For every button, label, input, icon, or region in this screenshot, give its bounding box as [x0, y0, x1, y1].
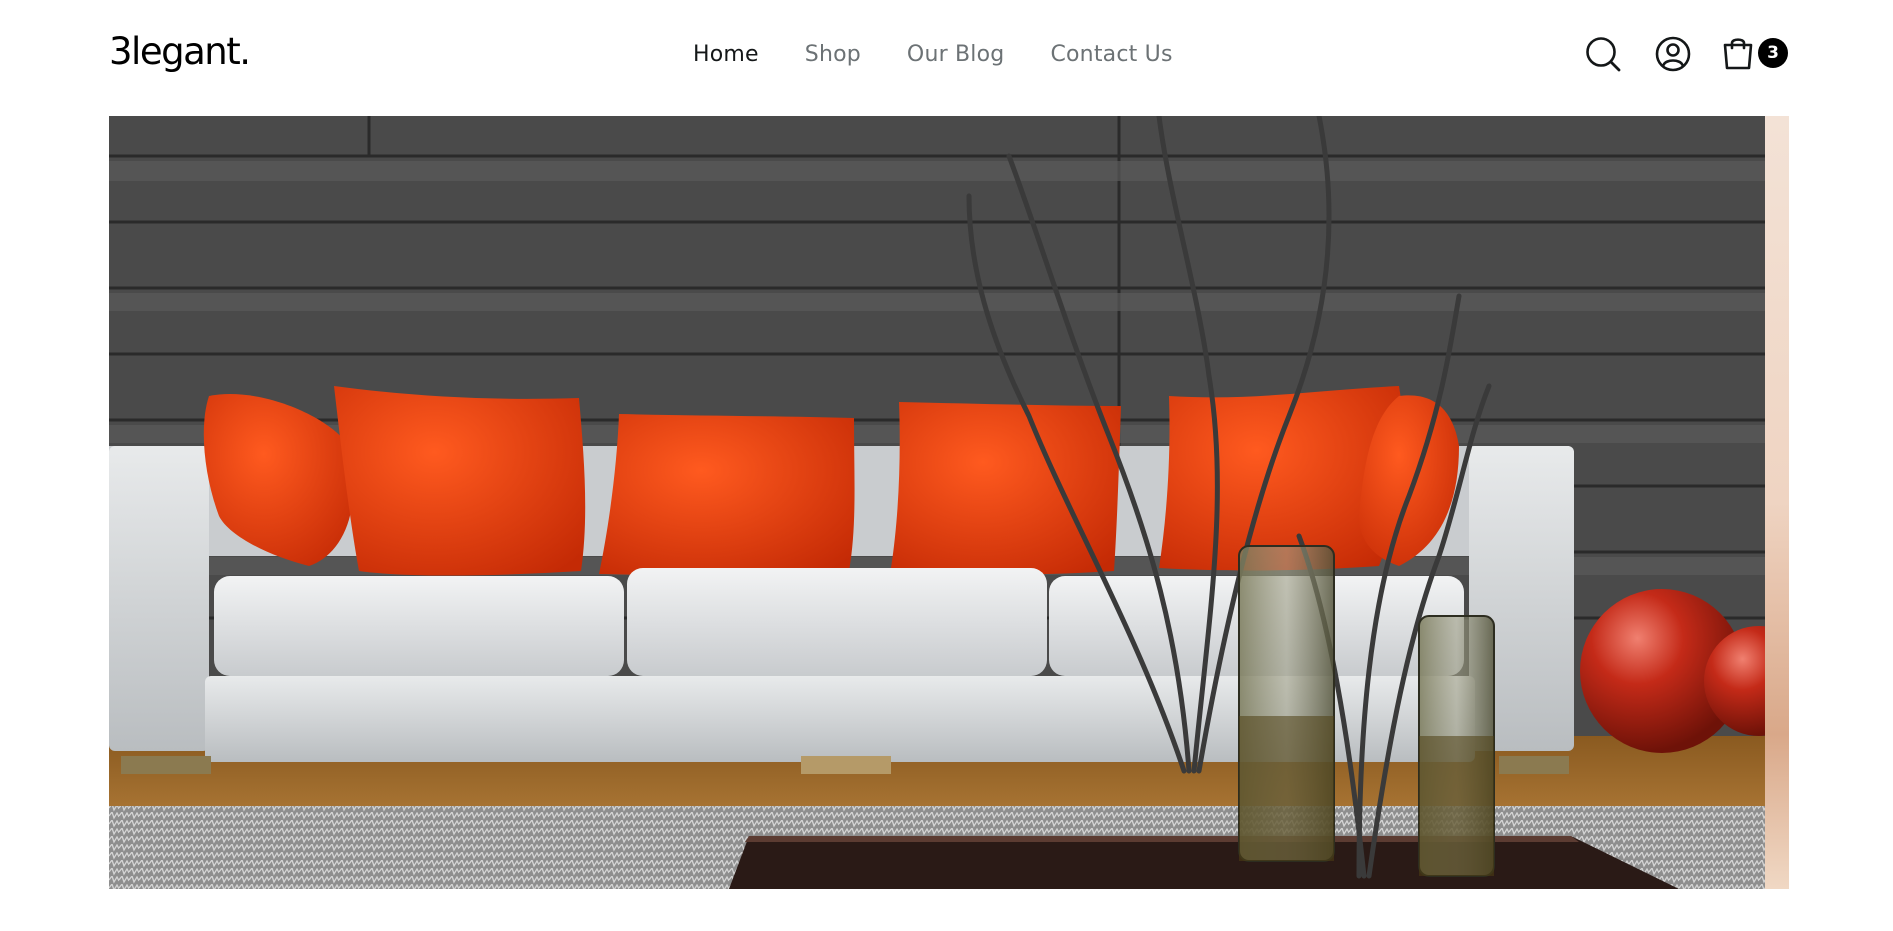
search-button[interactable] [1584, 35, 1622, 73]
cart-icon-wrap [1719, 34, 1757, 72]
living-room-sofa-image [109, 116, 1765, 889]
site-header: 3legant. Home Shop Our Blog Contact Us 3 [0, 0, 1893, 116]
shopping-bag-icon [1723, 38, 1753, 70]
cart-count-badge: 3 [1758, 38, 1788, 68]
nav-link-home[interactable]: Home [693, 42, 759, 67]
main-nav: Home Shop Our Blog Contact Us [693, 42, 1173, 67]
cart-button[interactable]: 3 [1719, 34, 1789, 74]
hero-slide-image [109, 116, 1765, 889]
user-icon [1655, 36, 1691, 72]
next-slide-preview[interactable] [1765, 116, 1789, 889]
nav-link-contact-us[interactable]: Contact Us [1050, 42, 1172, 67]
brand-logo[interactable]: 3legant. [109, 30, 251, 73]
header-actions: 3 [1584, 34, 1789, 74]
nav-link-our-blog[interactable]: Our Blog [907, 42, 1005, 67]
page: 3legant. Home Shop Our Blog Contact Us 3 [0, 0, 1893, 931]
nav-link-shop[interactable]: Shop [805, 42, 861, 67]
account-button[interactable] [1654, 35, 1692, 73]
search-icon [1586, 37, 1621, 72]
hero-slider[interactable] [109, 116, 1789, 889]
